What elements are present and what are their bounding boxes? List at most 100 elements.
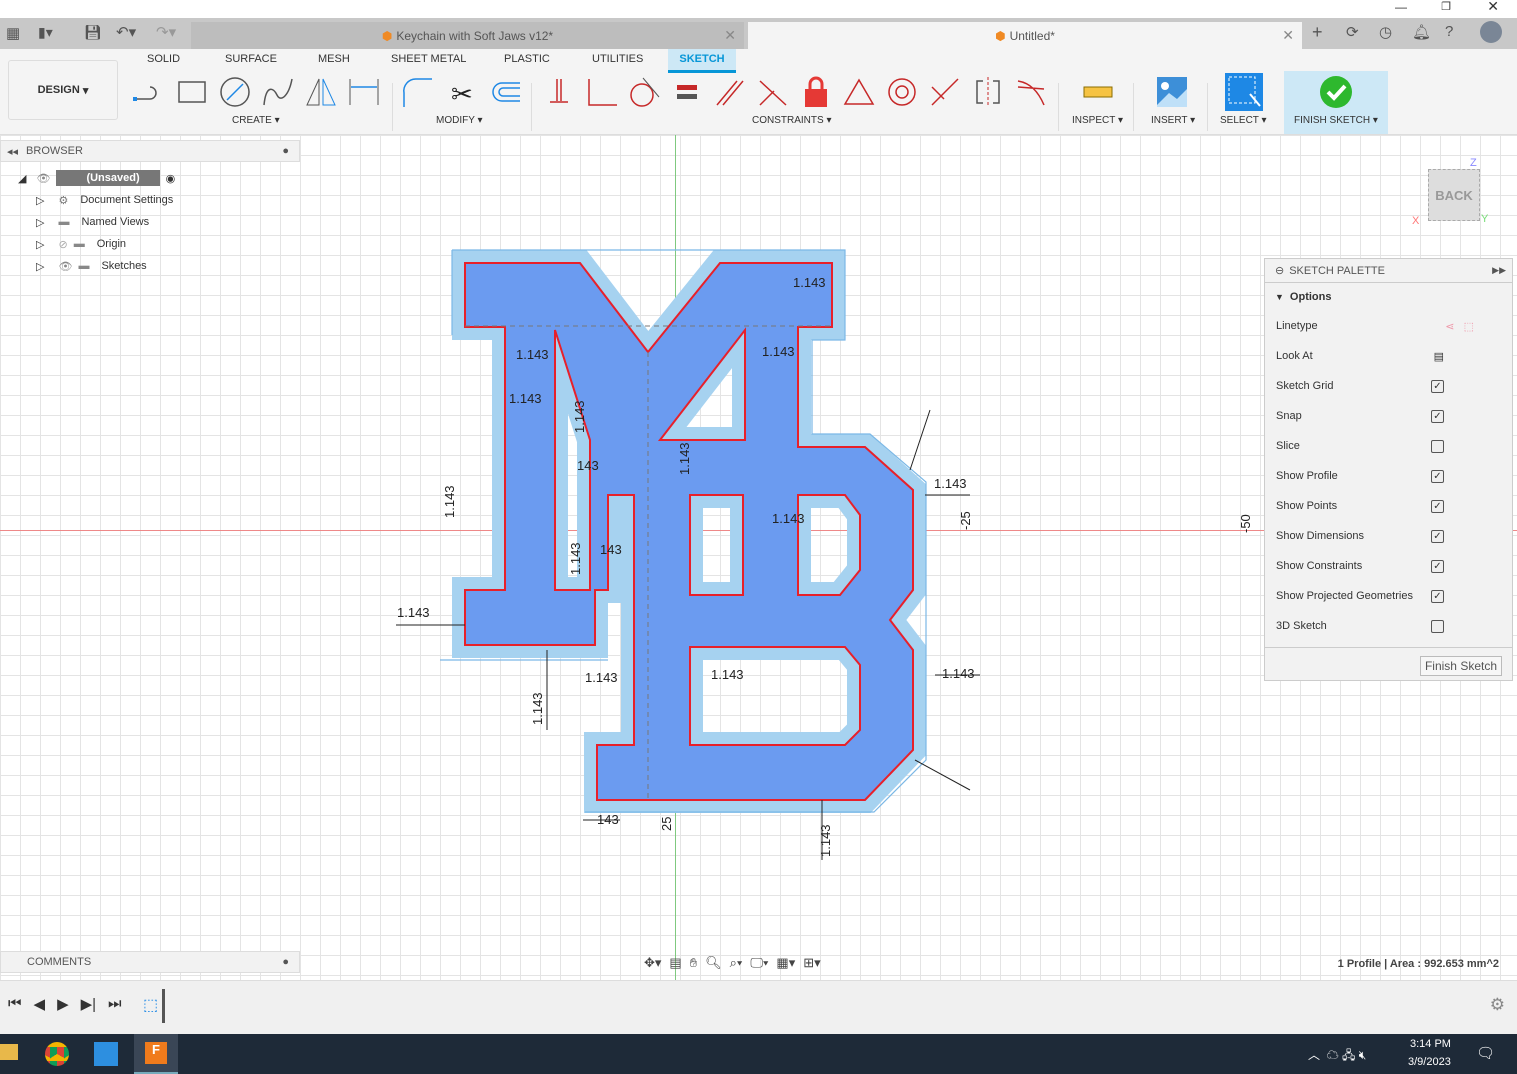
dimension-label[interactable]: 1.143 <box>442 485 457 518</box>
expand-icon[interactable]: ▷ <box>36 194 44 207</box>
show-projected-geometries-checkbox[interactable]: ✓ <box>1431 590 1444 603</box>
line-tool-icon[interactable] <box>132 75 166 109</box>
step-back-icon[interactable]: ◀ <box>34 995 46 1013</box>
new-tab-icon[interactable]: + <box>1312 22 1323 43</box>
tab-solid[interactable]: SOLID <box>147 53 180 65</box>
insert-image-icon[interactable] <box>1155 75 1189 109</box>
close-tab-icon[interactable]: ✕ <box>724 27 736 44</box>
help-icon[interactable]: ? <box>1445 23 1453 40</box>
parallel-constraint-icon[interactable] <box>713 75 747 109</box>
hidden-eye-icon[interactable]: ⊘ <box>58 238 67 251</box>
sketch-canvas[interactable]: 1.143 1.143 1.143 1.143 1.143 1.143 1.14… <box>0 135 1517 980</box>
expand-icon[interactable]: ▷ <box>36 260 44 273</box>
notifications-icon[interactable]: 🔔︎ <box>1412 23 1431 41</box>
pin-icon[interactable]: ● <box>282 145 289 157</box>
dimension-label[interactable]: 1.143 <box>509 391 542 406</box>
expand-palette-icon[interactable]: ▶▶ <box>1492 265 1506 276</box>
tab-mesh[interactable]: MESH <box>318 53 350 65</box>
fix-constraint-icon[interactable] <box>799 75 833 109</box>
activate-icon[interactable]: ◉ <box>166 172 176 185</box>
horizontal-vertical-constraint-icon[interactable] <box>542 75 576 109</box>
select-icon[interactable] <box>1224 72 1264 112</box>
modify-menu[interactable]: MODIFY ▾ <box>436 115 483 126</box>
close-tab-icon[interactable]: ✕ <box>1282 27 1294 44</box>
dimension-label[interactable]: 1.143 <box>516 347 549 362</box>
finish-sketch-palette-button[interactable]: Finish Sketch <box>1420 656 1502 676</box>
avatar[interactable] <box>1480 21 1502 43</box>
perpendicular-constraint-icon[interactable] <box>756 75 790 109</box>
zoom-window-icon[interactable]: ⌕▾ <box>730 955 743 971</box>
3d-sketch-checkbox[interactable] <box>1431 620 1444 633</box>
file-menu-icon[interactable]: ▮▾ <box>38 24 53 41</box>
dimension-label[interactable]: 1.143 <box>934 476 967 491</box>
timeline-sketch-icon[interactable]: ⬚ <box>143 995 158 1015</box>
browser-item-document-settings[interactable]: ▷⚙Document Settings <box>0 189 300 211</box>
dimension-label[interactable]: 1.143 <box>568 542 583 575</box>
extensions-icon[interactable]: ⟳ <box>1346 23 1359 41</box>
viewcube[interactable]: BACK <box>1428 169 1480 221</box>
insert-menu[interactable]: INSERT ▾ <box>1151 115 1195 126</box>
minus-circle-icon[interactable]: ⊖ <box>1275 264 1284 277</box>
sketch-grid-checkbox[interactable]: ✓ <box>1431 380 1444 393</box>
tab-sheet-metal[interactable]: SHEET METAL <box>391 53 466 65</box>
browser-item-origin[interactable]: ▷⊘▬Origin <box>0 233 300 255</box>
dimension-label[interactable]: 1.143 <box>793 275 826 290</box>
browser-item-named-views[interactable]: ▷▬Named Views <box>0 211 300 233</box>
tab-keychain[interactable]: ⬢ Keychain with Soft Jaws v12* ✕ <box>191 22 744 49</box>
go-to-start-icon[interactable]: ⏮ <box>8 995 22 1013</box>
curvature-constraint-icon[interactable] <box>1014 75 1048 109</box>
pan-icon[interactable]: ✋︎ <box>690 955 697 971</box>
rectangle-tool-icon[interactable] <box>175 75 209 109</box>
dimension-label[interactable]: 1.143 <box>530 692 545 725</box>
visibility-icon[interactable]: 👁︎ <box>58 260 72 273</box>
display-settings-icon[interactable]: 🖵▾ <box>750 955 768 971</box>
concentric-constraint-icon[interactable] <box>885 75 919 109</box>
step-forward-icon[interactable]: ▶| <box>81 995 96 1013</box>
spline-tool-icon[interactable] <box>261 75 295 109</box>
dimension-label[interactable]: 1.143 <box>772 511 805 526</box>
redo-icon[interactable]: ↷▾ <box>156 23 176 41</box>
orbit-icon[interactable]: ✥▾ <box>644 955 661 971</box>
save-icon[interactable]: 💾︎ <box>84 24 102 41</box>
visibility-icon[interactable]: 👁︎ <box>36 172 50 185</box>
dimension-label[interactable]: 143 <box>600 542 622 557</box>
dimension-label[interactable]: 1.143 <box>942 666 975 681</box>
mirror-tool-icon[interactable] <box>304 75 338 109</box>
dimension-label[interactable]: 1.143 <box>762 344 795 359</box>
create-menu[interactable]: CREATE ▾ <box>232 115 280 126</box>
tab-plastic[interactable]: PLASTIC <box>504 53 550 65</box>
midpoint-constraint-icon[interactable] <box>842 75 876 109</box>
options-section[interactable]: ▼Options <box>1265 283 1512 311</box>
dimension-label[interactable]: 143 <box>597 812 619 827</box>
close-window-button[interactable]: ✕ <box>1487 0 1499 15</box>
expand-icon[interactable]: ▷ <box>36 238 44 251</box>
tangent-constraint-icon[interactable] <box>627 75 661 109</box>
show-constraints-checkbox[interactable]: ✓ <box>1431 560 1444 573</box>
fillet-tool-icon[interactable] <box>400 75 434 109</box>
viewports-icon[interactable]: ⊞▾ <box>803 955 820 971</box>
select-menu[interactable]: SELECT ▾ <box>1220 115 1267 126</box>
construction-linetype-icon[interactable]: ⋖ ⬚ <box>1445 320 1474 333</box>
dimension-label[interactable]: 1.143 <box>711 667 744 682</box>
measure-icon[interactable] <box>1081 75 1115 109</box>
show-dimensions-checkbox[interactable]: ✓ <box>1431 530 1444 543</box>
slice-checkbox[interactable] <box>1431 440 1444 453</box>
browser-item-sketches[interactable]: ▷👁︎▬Sketches <box>0 255 300 277</box>
fusion-360-taskbar-button[interactable]: F <box>134 1034 178 1074</box>
collapse-icon[interactable]: ◂◂ <box>7 145 18 158</box>
snap-checkbox[interactable]: ✓ <box>1431 410 1444 423</box>
dimension-tool-icon[interactable] <box>347 75 381 109</box>
tab-surface[interactable]: SURFACE <box>225 53 277 65</box>
expand-icon[interactable]: ▷ <box>36 216 44 229</box>
offset-tool-icon[interactable] <box>488 75 522 109</box>
coincident-constraint-icon[interactable] <box>585 75 619 109</box>
tab-untitled[interactable]: ⬢ Untitled* ✕ <box>748 22 1302 49</box>
apps-grid-icon[interactable]: ▦ <box>6 24 20 42</box>
add-comment-icon[interactable]: ● <box>282 956 289 968</box>
grid-settings-icon[interactable]: ▦▾ <box>776 955 795 971</box>
photos-icon[interactable] <box>94 1042 118 1066</box>
constraints-menu[interactable]: CONSTRAINTS ▾ <box>752 115 831 126</box>
dimension-label[interactable]: 1.143 <box>818 824 833 857</box>
dimension-label[interactable]: 1.143 <box>397 605 430 620</box>
browser-root[interactable]: ◢👁︎(Unsaved)◉ <box>0 167 300 189</box>
